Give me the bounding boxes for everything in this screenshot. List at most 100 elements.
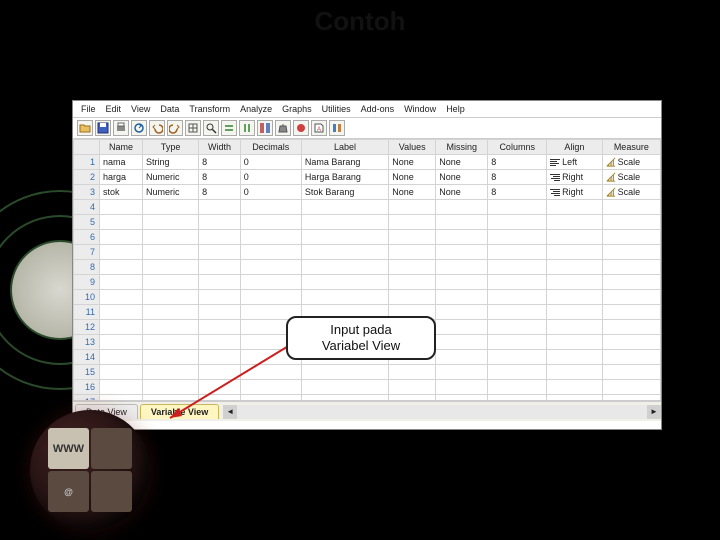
cell-missing[interactable]: None: [436, 170, 488, 185]
menu-utilities[interactable]: Utilities: [318, 103, 355, 115]
table-row[interactable]: 1namaString80Nama BarangNoneNone8LeftSca…: [74, 155, 661, 170]
row-header[interactable]: 2: [74, 170, 100, 185]
col-measure[interactable]: Measure: [602, 140, 660, 155]
open-icon[interactable]: [77, 120, 93, 136]
menu-analyze[interactable]: Analyze: [236, 103, 276, 115]
row-header[interactable]: 17: [74, 395, 100, 402]
cell-name[interactable]: nama: [100, 155, 143, 170]
cell-columns[interactable]: 8: [488, 185, 547, 200]
cell-decimals[interactable]: 0: [240, 170, 301, 185]
corner-cell: [74, 140, 100, 155]
cell-width[interactable]: 8: [199, 170, 241, 185]
cell-values[interactable]: None: [389, 185, 436, 200]
callout-line1: Input pada: [322, 322, 400, 338]
cell-missing[interactable]: None: [436, 185, 488, 200]
cell-values[interactable]: None: [389, 155, 436, 170]
col-align[interactable]: Align: [547, 140, 602, 155]
goto-icon[interactable]: [185, 120, 201, 136]
cell-columns[interactable]: 8: [488, 170, 547, 185]
svg-text:A: A: [317, 127, 321, 133]
table-row[interactable]: 2hargaNumeric80Harga BarangNoneNone8Righ…: [74, 170, 661, 185]
table-row[interactable]: 10: [74, 290, 661, 305]
cell-values[interactable]: None: [389, 170, 436, 185]
callout-line2: Variabel View: [322, 338, 400, 354]
col-name[interactable]: Name: [100, 140, 143, 155]
menu-data[interactable]: Data: [156, 103, 183, 115]
row-header[interactable]: 14: [74, 350, 100, 365]
find-icon[interactable]: [203, 120, 219, 136]
print-icon[interactable]: [113, 120, 129, 136]
col-type[interactable]: Type: [143, 140, 199, 155]
row-header[interactable]: 12: [74, 320, 100, 335]
cell-label[interactable]: Harga Barang: [301, 170, 388, 185]
row-header[interactable]: 15: [74, 365, 100, 380]
insert-case-icon[interactable]: [221, 120, 237, 136]
row-header[interactable]: 1: [74, 155, 100, 170]
menu-transform[interactable]: Transform: [185, 103, 234, 115]
cell-missing[interactable]: None: [436, 155, 488, 170]
menu-file[interactable]: File: [77, 103, 100, 115]
menu-view[interactable]: View: [127, 103, 154, 115]
split-icon[interactable]: [257, 120, 273, 136]
undo-icon[interactable]: [149, 120, 165, 136]
select-icon[interactable]: [293, 120, 309, 136]
cell-type[interactable]: String: [143, 155, 199, 170]
row-header[interactable]: 13: [74, 335, 100, 350]
table-row[interactable]: 3stokNumeric80Stok BarangNoneNone8RightS…: [74, 185, 661, 200]
row-header[interactable]: 11: [74, 305, 100, 320]
col-columns[interactable]: Columns: [488, 140, 547, 155]
recall-icon[interactable]: [131, 120, 147, 136]
cell-type[interactable]: Numeric: [143, 185, 199, 200]
row-header[interactable]: 10: [74, 290, 100, 305]
col-label[interactable]: Label: [301, 140, 388, 155]
cell-name[interactable]: stok: [100, 185, 143, 200]
cell-name[interactable]: harga: [100, 170, 143, 185]
at-tile: @: [48, 471, 89, 512]
row-header[interactable]: 7: [74, 245, 100, 260]
cell-decimals[interactable]: 0: [240, 185, 301, 200]
row-header[interactable]: 16: [74, 380, 100, 395]
table-row[interactable]: 4: [74, 200, 661, 215]
row-header[interactable]: 3: [74, 185, 100, 200]
menu-help[interactable]: Help: [442, 103, 469, 115]
cell-label[interactable]: Stok Barang: [301, 185, 388, 200]
col-missing[interactable]: Missing: [436, 140, 488, 155]
scroll-right-icon[interactable]: ►: [647, 405, 661, 419]
cell-align[interactable]: Right: [547, 170, 602, 185]
cell-label[interactable]: Nama Barang: [301, 155, 388, 170]
table-row[interactable]: 6: [74, 230, 661, 245]
menu-window[interactable]: Window: [400, 103, 440, 115]
menu-addons[interactable]: Add-ons: [357, 103, 399, 115]
col-decimals[interactable]: Decimals: [240, 140, 301, 155]
cell-measure[interactable]: Scale: [602, 155, 660, 170]
row-header[interactable]: 8: [74, 260, 100, 275]
row-header[interactable]: 5: [74, 215, 100, 230]
save-icon[interactable]: [95, 120, 111, 136]
col-width[interactable]: Width: [199, 140, 241, 155]
weight-icon[interactable]: [275, 120, 291, 136]
variables-icon[interactable]: [329, 120, 345, 136]
cell-type[interactable]: Numeric: [143, 170, 199, 185]
insert-var-icon[interactable]: [239, 120, 255, 136]
row-header[interactable]: 9: [74, 275, 100, 290]
slide-title: Contoh: [120, 6, 600, 37]
table-row[interactable]: 8: [74, 260, 661, 275]
cell-width[interactable]: 8: [199, 155, 241, 170]
row-header[interactable]: 6: [74, 230, 100, 245]
table-row[interactable]: 5: [74, 215, 661, 230]
cell-decimals[interactable]: 0: [240, 155, 301, 170]
redo-icon[interactable]: [167, 120, 183, 136]
col-values[interactable]: Values: [389, 140, 436, 155]
cell-measure[interactable]: Scale: [602, 170, 660, 185]
cell-measure[interactable]: Scale: [602, 185, 660, 200]
menu-graphs[interactable]: Graphs: [278, 103, 316, 115]
cell-align[interactable]: Left: [547, 155, 602, 170]
menu-edit[interactable]: Edit: [102, 103, 126, 115]
table-row[interactable]: 7: [74, 245, 661, 260]
cell-columns[interactable]: 8: [488, 155, 547, 170]
cell-align[interactable]: Right: [547, 185, 602, 200]
row-header[interactable]: 4: [74, 200, 100, 215]
table-row[interactable]: 9: [74, 275, 661, 290]
value-labels-icon[interactable]: A: [311, 120, 327, 136]
cell-width[interactable]: 8: [199, 185, 241, 200]
